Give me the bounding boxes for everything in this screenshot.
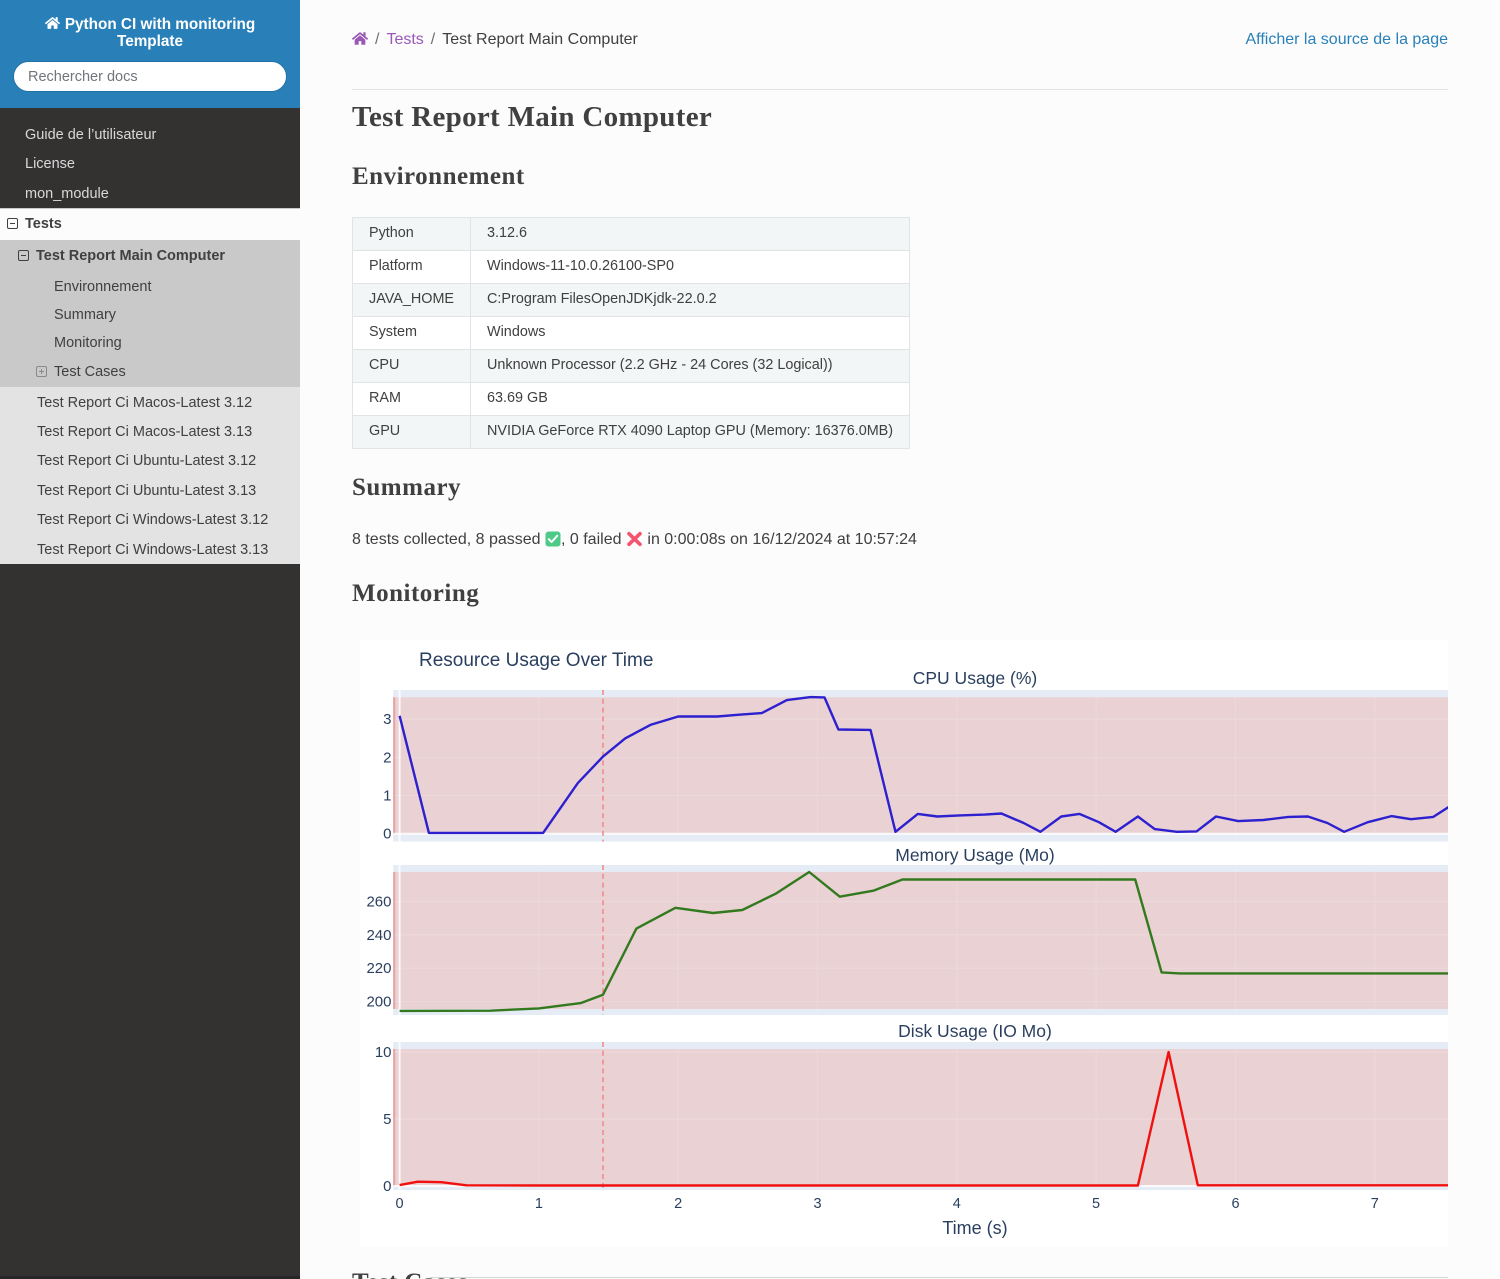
svg-text:5: 5 bbox=[383, 1111, 391, 1128]
svg-text:CPU Usage (%): CPU Usage (%) bbox=[913, 668, 1037, 688]
svg-text:10: 10 bbox=[375, 1044, 392, 1061]
svg-text:3: 3 bbox=[813, 1196, 821, 1212]
svg-text:Time (s): Time (s) bbox=[942, 1218, 1007, 1238]
svg-text:0: 0 bbox=[383, 1178, 391, 1195]
svg-text:7: 7 bbox=[1371, 1196, 1379, 1212]
svg-text:1: 1 bbox=[383, 788, 391, 805]
svg-text:0: 0 bbox=[396, 1196, 404, 1212]
svg-text:240: 240 bbox=[366, 927, 391, 944]
svg-text:5: 5 bbox=[1092, 1196, 1100, 1212]
svg-text:Disk Usage (IO Mo): Disk Usage (IO Mo) bbox=[898, 1021, 1052, 1041]
svg-text:6: 6 bbox=[1231, 1196, 1239, 1212]
svg-text:3: 3 bbox=[383, 711, 391, 728]
svg-text:2: 2 bbox=[383, 749, 391, 766]
svg-text:220: 220 bbox=[366, 960, 391, 977]
svg-text:Resource Usage Over Time: Resource Usage Over Time bbox=[419, 650, 653, 671]
svg-text:260: 260 bbox=[366, 894, 391, 911]
svg-text:2: 2 bbox=[674, 1196, 682, 1212]
svg-text:Memory Usage (Mo): Memory Usage (Mo) bbox=[895, 845, 1054, 865]
svg-text:200: 200 bbox=[366, 993, 391, 1010]
svg-text:0: 0 bbox=[383, 826, 391, 843]
svg-text:1: 1 bbox=[535, 1196, 543, 1212]
svg-text:4: 4 bbox=[953, 1196, 961, 1212]
